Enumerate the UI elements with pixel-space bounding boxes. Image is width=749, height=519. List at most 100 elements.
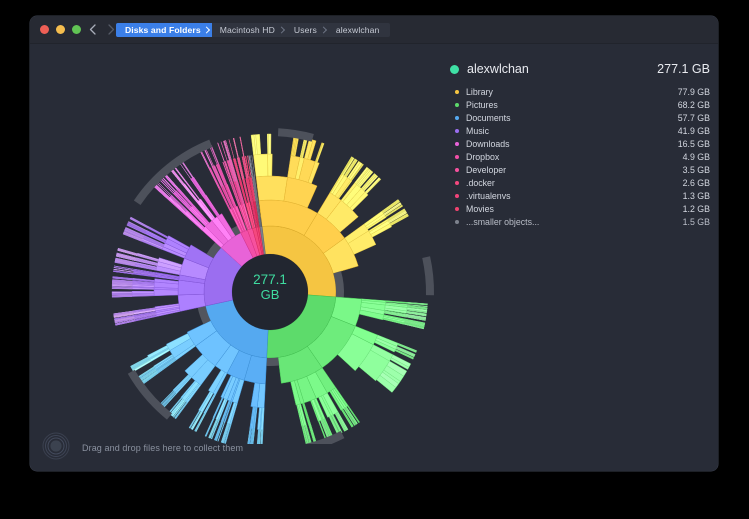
legend-row[interactable]: Dropbox 4.9 GB	[450, 150, 710, 163]
legend-item-size: 41.9 GB	[677, 125, 710, 136]
legend-item-name: Downloads	[466, 138, 510, 149]
sunburst-free-space[interactable]	[422, 256, 434, 296]
legend-color-dot	[455, 219, 459, 224]
sunburst-segment[interactable]	[239, 136, 245, 157]
close-button[interactable]	[40, 25, 49, 34]
legend-color-dot	[455, 128, 459, 133]
breadcrumb-item-users[interactable]: Users	[286, 23, 328, 37]
sunburst-chart[interactable]: 277.1 GB	[30, 44, 440, 444]
sunburst-segment[interactable]	[131, 291, 155, 294]
legend-header-color-dot	[450, 64, 459, 74]
legend-item-name: Developer	[466, 164, 507, 175]
legend-item-size: 16.5 GB	[677, 138, 710, 149]
legend-item-size: 1.5 GB	[682, 216, 710, 227]
legend-header-row[interactable]: alexwlchan 277.1 GB	[450, 60, 710, 78]
sunburst-free-space[interactable]	[266, 357, 280, 367]
sunburst-segment[interactable]	[217, 142, 225, 163]
legend-item-name: Library	[466, 86, 493, 97]
sunburst-segment[interactable]	[255, 175, 288, 202]
legend-item-size: 2.6 GB	[682, 177, 710, 188]
legend-color-dot	[455, 180, 459, 185]
sunburst-segment[interactable]	[181, 160, 194, 179]
sunburst-center-hole[interactable]	[232, 254, 308, 330]
breadcrumb-label: Macintosh HD	[219, 25, 275, 35]
sunburst-segment[interactable]	[191, 177, 205, 197]
legend-item-name: ...smaller objects...	[466, 216, 540, 227]
legend-header-name: alexwlchan	[467, 62, 529, 76]
sunburst-segment[interactable]	[315, 142, 325, 163]
legend-row[interactable]: ...smaller objects... 1.5 GB	[450, 215, 710, 228]
breadcrumb-label: Users	[293, 25, 317, 35]
legend-color-dot	[455, 193, 459, 198]
legend-color-dot	[455, 102, 459, 107]
back-arrow-icon[interactable]	[88, 23, 98, 36]
drop-zone-label: Drag and drop files here to collect them	[82, 443, 244, 453]
legend-header-size: 277.1 GB	[657, 62, 710, 76]
legend-item-name: Movies	[466, 203, 494, 214]
legend-row[interactable]: Music 41.9 GB	[450, 124, 710, 137]
sunburst-segment[interactable]	[239, 136, 245, 157]
legend-row[interactable]: Downloads 16.5 GB	[450, 137, 710, 150]
window-content: 277.1 GB alexwlchan 277.1 GB Library 77.9…	[30, 44, 718, 471]
breadcrumb-label: Disks and Folders	[125, 25, 201, 35]
legend-row[interactable]: Pictures 68.2 GB	[450, 98, 710, 111]
legend-color-dot	[455, 89, 459, 94]
legend-color-dot	[455, 167, 459, 172]
forward-arrow-icon[interactable]	[106, 23, 116, 36]
sunburst-segment[interactable]	[233, 137, 239, 158]
legend-color-dot	[455, 206, 459, 211]
sunburst-segment[interactable]	[153, 289, 179, 297]
legend-item-size: 68.2 GB	[677, 99, 710, 110]
breadcrumb-item-disks-and-folders[interactable]: Disks and Folders	[116, 23, 212, 37]
sunburst-segment[interactable]	[224, 140, 231, 161]
legend-item-name: Dropbox	[466, 151, 500, 162]
legend-item-name: Pictures	[466, 99, 498, 110]
legend-list: Library 77.9 GB Pictures 68.2 GB Documents 57…	[450, 85, 710, 228]
legend-row[interactable]: .docker 2.6 GB	[450, 176, 710, 189]
legend-color-dot	[455, 154, 459, 159]
zoom-button[interactable]	[72, 25, 81, 34]
legend-color-dot	[455, 115, 459, 120]
sunburst-segment[interactable]	[267, 153, 273, 177]
sunburst-segment[interactable]	[200, 149, 210, 169]
legend-panel: alexwlchan 277.1 GB Library 77.9 GB Pictur…	[450, 60, 710, 228]
legend-row[interactable]: Movies 1.2 GB	[450, 202, 710, 215]
legend-row[interactable]: Developer 3.5 GB	[450, 163, 710, 176]
app-window: Disks and Folders Macintosh HD Users ale…	[30, 16, 718, 471]
navigation-arrows	[88, 23, 116, 36]
target-rings-icon	[42, 432, 70, 465]
legend-item-size: 1.2 GB	[682, 203, 710, 214]
legend-item-name: Documents	[466, 112, 511, 123]
legend-item-size: 4.9 GB	[682, 151, 710, 162]
legend-row[interactable]: Library 77.9 GB	[450, 85, 710, 98]
breadcrumb: Disks and Folders Macintosh HD Users ale…	[116, 23, 391, 37]
sunburst-segment[interactable]	[111, 293, 133, 295]
drop-zone[interactable]: Drag and drop files here to collect them	[30, 424, 718, 471]
minimize-button[interactable]	[56, 25, 65, 34]
legend-item-size: 3.5 GB	[682, 164, 710, 175]
legend-item-size: 77.9 GB	[677, 86, 710, 97]
legend-row[interactable]: Documents 57.7 GB	[450, 111, 710, 124]
legend-item-name: Music	[466, 125, 489, 136]
legend-item-size: 1.3 GB	[682, 190, 710, 201]
sunburst-segment[interactable]	[268, 133, 272, 155]
sunburst-segment[interactable]	[253, 153, 269, 178]
sunburst-segment[interactable]	[160, 391, 176, 408]
breadcrumb-item-alexwlchan[interactable]: alexwlchan	[328, 23, 391, 37]
legend-color-dot	[455, 141, 459, 146]
breadcrumb-label: alexwlchan	[335, 25, 380, 35]
legend-item-size: 57.7 GB	[677, 112, 710, 123]
sunburst-segment[interactable]	[203, 148, 213, 167]
sunburst-segment[interactable]	[111, 291, 133, 294]
legend-item-name: .virtualenvs	[466, 190, 511, 201]
legend-row[interactable]: .virtualenvs 1.3 GB	[450, 189, 710, 202]
sunburst-segment[interactable]	[193, 176, 207, 196]
legend-item-name: .docker	[466, 177, 495, 188]
sunburst-segment[interactable]	[220, 141, 228, 162]
sunburst-segment[interactable]	[210, 144, 220, 165]
traffic-lights	[40, 25, 81, 34]
sunburst-segment[interactable]	[223, 140, 231, 161]
sunburst-svg[interactable]	[30, 44, 440, 444]
breadcrumb-item-macintosh-hd[interactable]: Macintosh HD	[212, 23, 286, 37]
window-toolbar: Disks and Folders Macintosh HD Users ale…	[30, 16, 718, 44]
